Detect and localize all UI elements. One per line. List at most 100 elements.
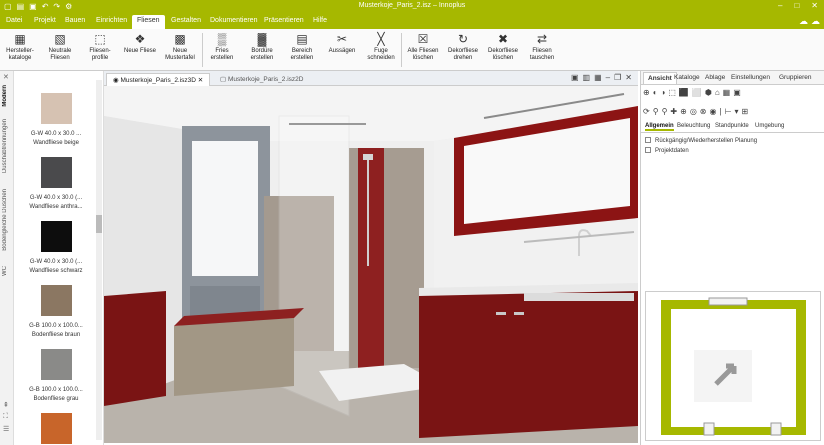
close-view-icon[interactable]: ✕	[625, 73, 632, 82]
catalog-scrollbar[interactable]	[96, 80, 102, 440]
border-icon: ▓	[257, 32, 267, 46]
catalog-item[interactable]: G-B 100.0 x 100.0... Bodenfliese braun	[14, 285, 98, 340]
cloud-upload-icon[interactable]: ☁	[811, 16, 820, 27]
layer-tree: Rückgängig/Wiederherstellen Planung Proj…	[641, 135, 824, 285]
tree-item-undo[interactable]: Rückgängig/Wiederherstellen Planung	[645, 137, 757, 144]
rotate-icon: ↻	[457, 32, 469, 46]
swap-icon: ⇄	[536, 32, 548, 46]
menu-fliesen[interactable]: Fliesen	[132, 15, 165, 29]
menu-datei[interactable]: Datei	[6, 17, 22, 24]
neutrale-fliesen-button[interactable]: ▧ Neutrale Fliesen	[40, 32, 80, 62]
tab-3d-view[interactable]: ◉ Musterkoje_Paris_2.isz3D ✕	[106, 73, 211, 86]
close-button[interactable]: ✕	[811, 1, 818, 10]
list-icon[interactable]: ☰	[3, 425, 9, 433]
herstellerkataloge-button[interactable]: ▦ Hersteller-kataloge	[0, 32, 40, 62]
tab-einstellungen[interactable]: Einstellungen	[731, 74, 770, 81]
fries-erstellen-button[interactable]: ▒ Fries erstellen	[202, 32, 242, 62]
right-panel: Ansicht Kataloge Ablage Einstellungen Gr…	[640, 71, 824, 445]
view-layout-icon[interactable]: ▣	[571, 73, 579, 82]
neue-fliese-button[interactable]: ❖ Neue Fliese	[120, 32, 160, 55]
menu-dokumentieren[interactable]: Dokumentieren	[210, 17, 257, 24]
aussaegen-button[interactable]: ✂ Aussägen	[322, 32, 362, 55]
menu-projekt[interactable]: Projekt	[34, 17, 56, 24]
menu-bauen[interactable]: Bauen	[65, 17, 85, 24]
sub-tab-bar: Allgemein Beleuchtung Standpunkte Umgebu…	[641, 122, 824, 133]
tab-ablage[interactable]: Ablage	[705, 74, 725, 81]
cloud-sync-icon[interactable]: ☁	[799, 16, 808, 27]
tile-icon: ▧	[54, 32, 66, 46]
catalog-panel: G-W 40.0 x 30.0 ... Wandfliese beige G-W…	[14, 71, 104, 445]
tab-wc[interactable]: WC	[2, 266, 8, 276]
profile-icon: ⬚	[94, 32, 106, 46]
restore-view-icon[interactable]: ❐	[614, 73, 621, 82]
bathroom-3d-render	[104, 86, 638, 443]
view-split-icon[interactable]: ▥	[583, 73, 591, 82]
title-bar: ▢ ▤ ▣ ↶ ↷ ⚙ Musterkoje_Paris_2.isz – Inn…	[0, 0, 824, 14]
minimize-button[interactable]: –	[778, 1, 782, 10]
fliesenprofile-button[interactable]: ⬚ Fliesen-profile	[80, 32, 120, 62]
floor-plan-graphic	[661, 297, 806, 436]
fliesen-tauschen-button[interactable]: ⇄ Fliesen tauschen	[522, 32, 562, 62]
area-icon: ▤	[296, 32, 308, 46]
expand-icon[interactable]: ⛶	[3, 413, 8, 421]
saw-icon: ✂	[336, 32, 348, 46]
tile-swatch	[40, 413, 72, 444]
menu-gestalten[interactable]: Gestalten	[171, 17, 201, 24]
alle-fliesen-loeschen-button[interactable]: ☒ Alle Fliesen löschen	[403, 32, 443, 62]
close-icon[interactable]: ✕	[3, 73, 9, 81]
menu-einrichten[interactable]: Einrichten	[96, 17, 127, 24]
tab-umgebung[interactable]: Umgebung	[755, 123, 784, 129]
neue-mustertafel-button[interactable]: ▩ Neue Mustertafel	[160, 32, 200, 62]
view-grid-icon[interactable]: ▦	[594, 73, 602, 82]
dekorfliese-loeschen-button[interactable]: ✖ Dekorfliese löschen	[483, 32, 523, 62]
delete-decor-icon: ✖	[497, 32, 509, 46]
menu-bar: Datei Projekt Bauen Einrichten Fliesen G…	[0, 14, 824, 29]
view-toolbar-row-1[interactable]: ⊕◐◑⬚⬛⬜⬢⌂▦▣	[643, 88, 823, 97]
tab-bodengleiche-duschen[interactable]: Bodengleiche Duschen	[2, 189, 8, 251]
frieze-icon: ▒	[217, 32, 227, 46]
tab-2d-view[interactable]: ▢ Musterkoje_Paris_2.isz2D	[214, 73, 309, 86]
view-toolbar-row-2[interactable]: ⟳⚲⚲✚⊕◎⊗◉|⊢▾⊞	[643, 107, 823, 116]
floor-plan-preview[interactable]	[645, 291, 821, 441]
tab-standpunkte[interactable]: Standpunkte	[715, 123, 749, 129]
checkbox-icon[interactable]	[645, 137, 651, 143]
tile-swatch	[40, 93, 72, 124]
tab-duschabtrennungen[interactable]: Duschabtrennungen	[2, 119, 8, 173]
tile-swatch	[40, 157, 72, 188]
tab-beleuchtung[interactable]: Beleuchtung	[677, 123, 710, 129]
tree-item-projektdaten[interactable]: Projektdaten	[645, 147, 689, 154]
new-tile-icon: ❖	[134, 32, 146, 46]
tab-modern[interactable]: Modern	[2, 85, 8, 107]
catalog-item[interactable]: G-W 40.0 x 30.0 (... Wandfliese schwarz	[14, 221, 98, 276]
tile-swatch	[40, 285, 72, 316]
window-title: Musterkoje_Paris_2.isz – Innoplus	[358, 2, 466, 9]
document-tab-bar: ◉ Musterkoje_Paris_2.isz3D ✕ ▢ Musterkoj…	[104, 71, 638, 86]
menu-praesentieren[interactable]: Präsentieren	[264, 17, 304, 24]
tab-ansicht[interactable]: Ansicht	[643, 72, 677, 84]
pin-icon[interactable]: ⇞	[3, 401, 9, 409]
tile-swatch	[40, 221, 72, 252]
catalog-item[interactable]: G-W 40.0 x 30.0 (... Wandfliese anthra..…	[14, 157, 98, 212]
tab-kataloge[interactable]: Kataloge	[674, 74, 700, 81]
catalog-item[interactable]: G-B 100.0 x 100.0... Bodenfliese grau	[14, 349, 98, 404]
dekorfliese-drehen-button[interactable]: ↻ Dekorfliese drehen	[443, 32, 483, 62]
minimize-view-icon[interactable]: –	[606, 73, 610, 82]
catalog-item[interactable]	[14, 413, 98, 445]
tile-swatch	[40, 349, 72, 380]
menu-hilfe[interactable]: Hilfe	[313, 17, 327, 24]
pattern-icon: ▩	[174, 32, 186, 46]
tab-allgemein[interactable]: Allgemein	[645, 123, 674, 131]
3d-viewport[interactable]	[104, 86, 638, 443]
catalog-icon: ▦	[14, 32, 26, 46]
fuge-schneiden-button[interactable]: ╳ Fuge schneiden	[361, 32, 401, 62]
catalog-item[interactable]: G-W 40.0 x 30.0 ... Wandfliese beige	[14, 93, 98, 148]
bereich-erstellen-button[interactable]: ▤ Bereich erstellen	[282, 32, 322, 62]
checkbox-icon[interactable]	[645, 147, 651, 153]
left-tab-strip: ✕ Modern Duschabtrennungen Bodengleiche …	[0, 71, 14, 445]
maximize-button[interactable]: □	[794, 1, 799, 10]
bordure-erstellen-button[interactable]: ▓ Bordüre erstellen	[242, 32, 282, 62]
tab-gruppieren[interactable]: Gruppieren	[779, 74, 812, 81]
delete-all-icon: ☒	[417, 32, 429, 46]
right-tab-bar: Ansicht Kataloge Ablage Einstellungen Gr…	[641, 71, 824, 85]
joint-cut-icon: ╳	[377, 32, 385, 46]
